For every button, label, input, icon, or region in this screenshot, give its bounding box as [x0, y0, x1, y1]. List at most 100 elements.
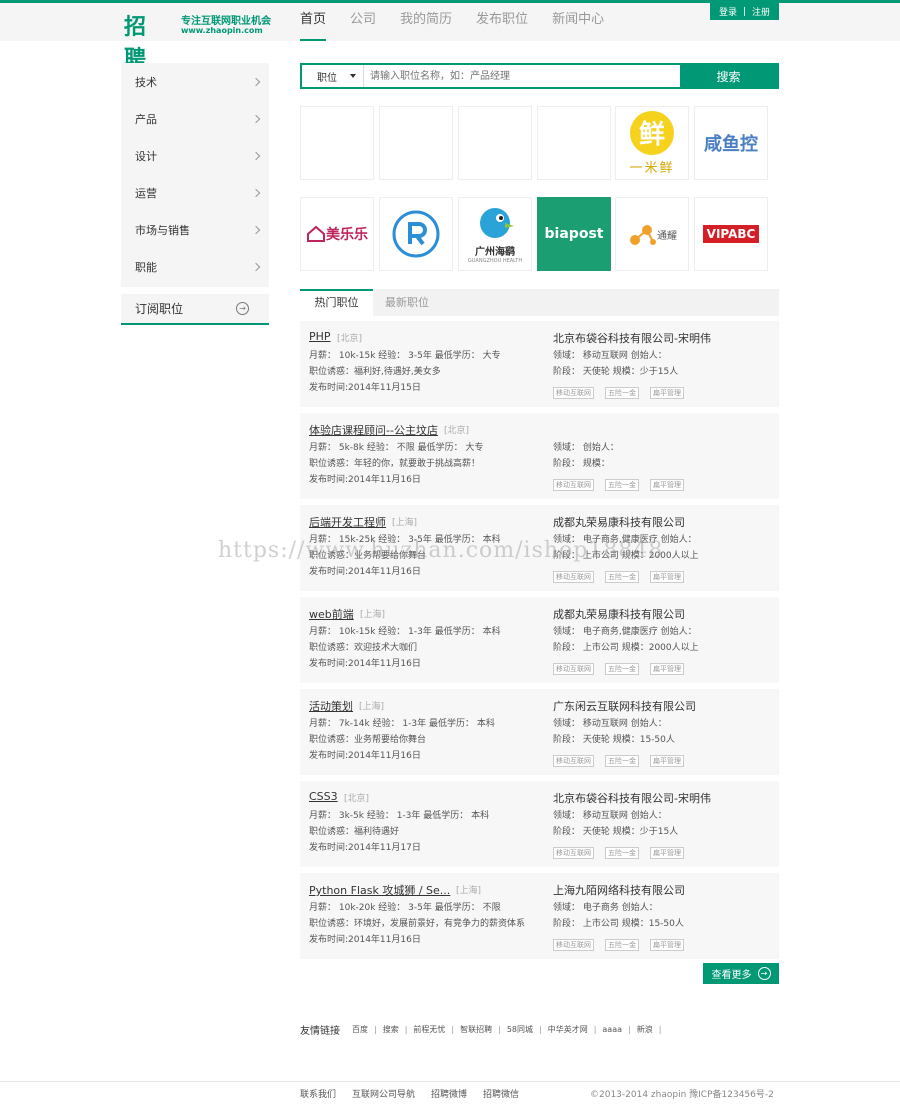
tongyao-text: 通耀 [657, 230, 677, 242]
register-link[interactable]: 注册 [752, 5, 770, 18]
job-card[interactable]: 活动策划 [上海] 月薪： 7k-14k 经验： 1-3年 最低学历： 本科 职位诱惑… [300, 689, 779, 775]
job-title[interactable]: CSS3 [309, 790, 338, 803]
company-logo-empty[interactable] [300, 106, 374, 180]
company-field: 领域： 电子商务 创始人： [553, 903, 658, 913]
job-salary-line: 月薪： 10k-15k 经验： 3-5年 最低学历： 大专 [309, 351, 501, 361]
friend-link[interactable]: aaaa [602, 1025, 622, 1034]
search-category-select[interactable]: 职位 [302, 65, 364, 87]
company-logo-xianyukong[interactable]: 咸鱼控 [694, 106, 768, 180]
sidebar-item-operations[interactable]: 运营 [121, 174, 269, 211]
nav-news[interactable]: 新闻中心 [552, 3, 604, 41]
company-stage: 阶段： 天使轮 规模：15-50人 [553, 735, 675, 745]
job-card[interactable]: CSS3 [北京] 月薪： 3k-5k 经验： 1-3年 最低学历： 本科 职位诱惑：… [300, 781, 779, 867]
job-card[interactable]: PHP [北京] 月薪： 10k-15k 经验： 3-5年 最低学历： 大专 职位诱惑… [300, 321, 779, 407]
friend-link[interactable]: 智联招聘 [460, 1025, 492, 1034]
sidebar-item-functions[interactable]: 职能 [121, 248, 269, 285]
auth-box: 登录 | 注册 [710, 3, 779, 20]
job-salary-line: 月薪： 7k-14k 经验： 1-3年 最低学历： 本科 [309, 719, 495, 729]
job-title[interactable]: 体验店课程顾问--公主坟店 [309, 422, 438, 438]
nav-company[interactable]: 公司 [350, 3, 376, 41]
company-logo-empty[interactable] [458, 106, 532, 180]
friend-link[interactable]: 新浪 [637, 1025, 653, 1034]
caret-down-icon [350, 74, 356, 78]
job-card[interactable]: 体验店课程顾问--公主坟店 [北京] 月薪： 5k-8k 经验： 不限 最低学历： … [300, 413, 779, 499]
chevron-right-icon [251, 225, 261, 234]
chevron-right-icon [251, 77, 261, 86]
job-card[interactable]: Python Flask 攻城狮 / Se... [上海] 月薪： 10k-20k … [300, 873, 779, 959]
friend-link[interactable]: 搜索 [383, 1025, 399, 1034]
company-tag: 五险一金 [605, 387, 639, 399]
sidebar-item-tech[interactable]: 技术 [121, 63, 269, 100]
footer-link-wechat[interactable]: 招聘微信 [483, 1087, 519, 1100]
company-name[interactable]: 上海九陌网络科技有限公司 [553, 882, 685, 898]
job-salary-line: 月薪： 5k-8k 经验： 不限 最低学历： 大专 [309, 443, 484, 453]
footer-link-contact[interactable]: 联系我们 [300, 1087, 336, 1100]
company-tag: 移动互联网 [553, 663, 594, 675]
search-input[interactable] [364, 65, 680, 87]
company-field: 领域： 移动互联网 创始人： [553, 351, 667, 361]
nav-home[interactable]: 首页 [300, 3, 327, 41]
sidebar-item-label: 产品 [135, 112, 157, 126]
job-perks: 职位诱惑：福利待遇好 [309, 827, 400, 837]
job-perks: 职位诱惑：欢迎技术大咖们 [309, 643, 418, 653]
company-name[interactable]: 北京布袋谷科技有限公司-宋明伟 [553, 790, 711, 806]
arrow-right-icon: → [757, 967, 771, 980]
sidebar-item-marketing[interactable]: 市场与销售 [121, 211, 269, 248]
company-name[interactable]: 广东闲云互联网科技有限公司 [553, 698, 696, 714]
job-publish-date: 发布时间:2014年11月15日 [309, 383, 421, 393]
search-button[interactable]: 搜索 [680, 65, 777, 87]
sidebar-item-product[interactable]: 产品 [121, 100, 269, 137]
company-logo-haiyao[interactable]: 广州海鹞 GUANGZHOU HEALTH [458, 197, 532, 271]
company-name[interactable]: 成都丸荣易康科技有限公司 [553, 606, 685, 622]
company-tag: 五险一金 [605, 663, 639, 675]
tab-hot-jobs[interactable]: 热门职位 [300, 289, 373, 316]
chevron-right-icon [251, 114, 261, 123]
company-logo-meilele[interactable]: 美乐乐 [300, 197, 374, 271]
job-title[interactable]: PHP [309, 330, 331, 343]
login-link[interactable]: 登录 [719, 5, 737, 18]
company-name[interactable]: 成都丸荣易康科技有限公司 [553, 514, 685, 530]
friend-link[interactable]: 前程无忧 [413, 1025, 445, 1034]
subscribe-jobs-button[interactable]: 订阅职位 → [121, 294, 269, 325]
footer-link-weibo[interactable]: 招聘微博 [431, 1087, 467, 1100]
footer-link-company-nav[interactable]: 互联网公司导航 [352, 1087, 415, 1100]
company-tags: 移动互联网 五险一金 扁平管理 [553, 571, 695, 583]
view-more-label: 查看更多 [711, 970, 752, 981]
job-title[interactable]: Python Flask 攻城狮 / Se... [309, 882, 450, 898]
job-publish-date: 发布时间:2014年11月16日 [309, 475, 421, 485]
company-logo-r[interactable] [379, 197, 453, 271]
nav-my-resume[interactable]: 我的简历 [400, 3, 452, 41]
job-card[interactable]: web前端 [上海] 月薪： 10k-15k 经验： 1-3年 最低学历： 本科 职位… [300, 597, 779, 683]
haiyao-text: 广州海鹞 [475, 246, 515, 258]
company-name[interactable]: 北京布袋谷科技有限公司-宋明伟 [553, 330, 711, 346]
company-tag: 移动互联网 [553, 939, 594, 951]
job-title[interactable]: 活动策划 [309, 698, 353, 714]
friend-link[interactable]: 中华英才网 [548, 1025, 588, 1034]
tab-latest-jobs[interactable]: 最新职位 [385, 289, 429, 316]
company-logo-vipabc[interactable]: VIPABC [694, 197, 768, 271]
job-title[interactable]: 后端开发工程师 [309, 514, 386, 530]
friend-link[interactable]: 百度 [352, 1025, 368, 1034]
company-logo-empty[interactable] [379, 106, 453, 180]
sidebar-item-design[interactable]: 设计 [121, 137, 269, 174]
job-publish-date: 发布时间:2014年11月16日 [309, 659, 421, 669]
company-logo-biapost[interactable]: biapost [537, 197, 611, 271]
job-publish-date: 发布时间:2014年11月16日 [309, 567, 421, 577]
friend-links: 友情链接 百度 | 搜索 | 前程无忧 | 智联招聘 | 58同城 | 中华英才网 | aaaa | 新浪 | [300, 1022, 667, 1037]
link-separator: | [498, 1025, 501, 1034]
job-salary-line: 月薪： 10k-20k 经验： 3-5年 最低学历： 不限 [309, 903, 501, 913]
xianyukong-text: 咸鱼控 [704, 134, 758, 155]
search-bar: 职位 搜索 [300, 63, 779, 89]
company-field: 领域： 移动互联网 创始人： [553, 719, 667, 729]
company-logo-empty[interactable] [537, 106, 611, 180]
job-title[interactable]: web前端 [309, 606, 354, 622]
nav-post-job[interactable]: 发布职位 [476, 3, 528, 41]
job-perks: 职位诱惑：福利好,待遇好,美女多 [309, 367, 441, 377]
friend-link[interactable]: 58同城 [507, 1025, 533, 1034]
subscribe-label: 订阅职位 [135, 302, 184, 316]
view-more-button[interactable]: 查看更多 → [703, 963, 779, 984]
footer-divider [0, 1081, 900, 1082]
company-logo-yimixian[interactable]: 鲜 一米鲜 [615, 106, 689, 180]
company-logo-tongyao[interactable]: 通耀 [615, 197, 689, 271]
sidebar-item-label: 职能 [135, 260, 157, 274]
